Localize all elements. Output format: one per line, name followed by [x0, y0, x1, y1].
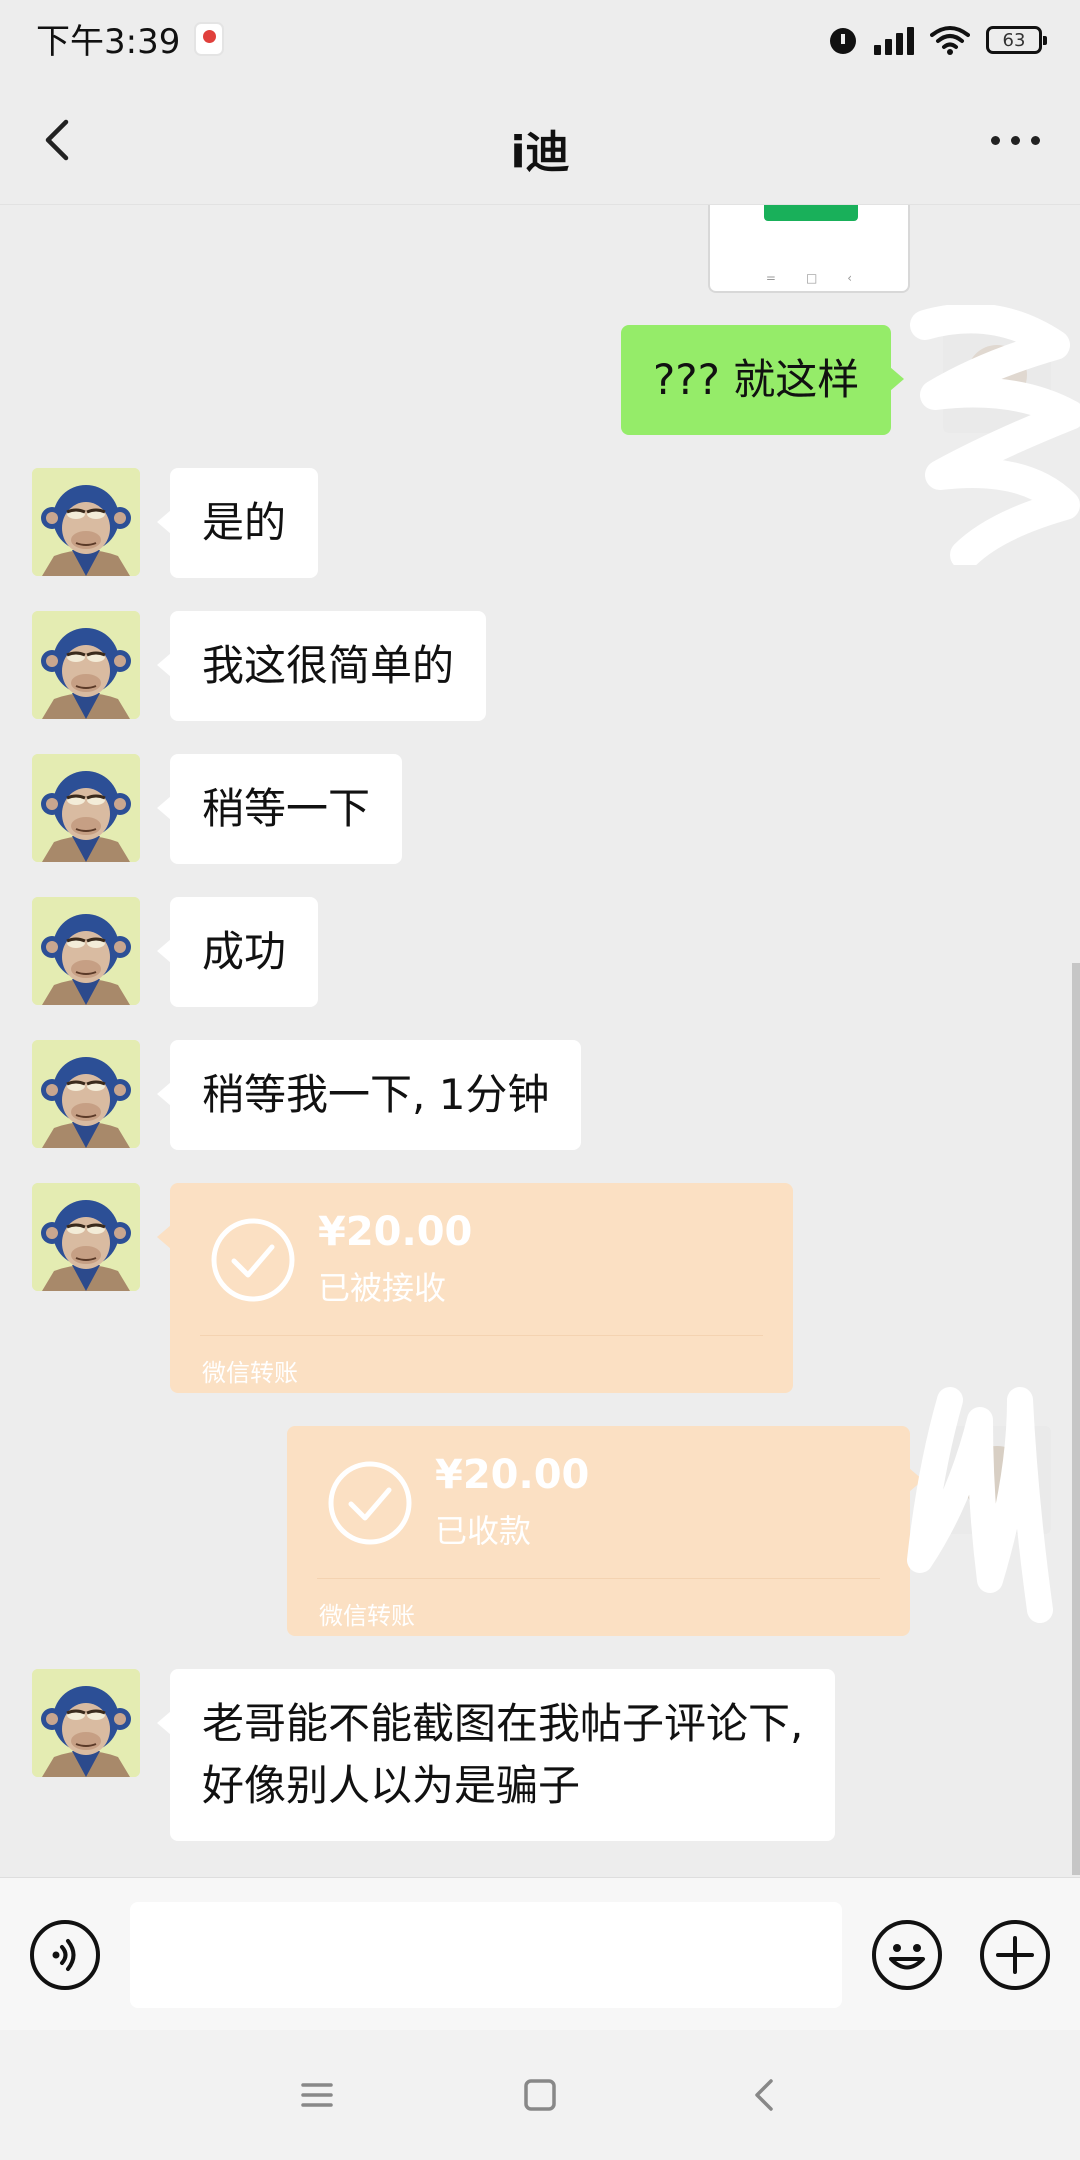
- wifi-icon: [930, 26, 970, 55]
- received-message[interactable]: 老哥能不能截图在我帖子评论下, 好像别人以为是骗子: [156, 1669, 836, 1841]
- contact-avatar[interactable]: [32, 754, 140, 862]
- transfer-card-sent[interactable]: ¥20.00 已收款 微信转账: [287, 1426, 923, 1636]
- scrollbar[interactable]: [1072, 963, 1080, 1875]
- status-icons: 63: [828, 20, 1047, 60]
- sent-message[interactable]: ??? 就这样: [621, 325, 905, 435]
- message-line: 老哥能不能截图在我帖子评论下,: [202, 1699, 804, 1748]
- check-circle-icon: [211, 1218, 295, 1302]
- transfer-amount: ¥20.00: [435, 1452, 590, 1498]
- received-message[interactable]: 是的: [156, 468, 319, 578]
- nav-back-icon[interactable]: [735, 2065, 795, 2125]
- message-line: 好像别人以为是骗子: [202, 1761, 581, 1810]
- menu-icon[interactable]: [287, 2065, 347, 2125]
- contact-avatar[interactable]: [32, 1669, 140, 1777]
- received-message[interactable]: 成功: [156, 897, 319, 1007]
- chat-title: i迪: [510, 127, 570, 178]
- redaction-scribble: [910, 305, 1080, 565]
- message-input[interactable]: [130, 1902, 842, 2008]
- chat-messages[interactable]: = □ ‹ ??? 就这样 是的 我这很简单的 稍等一下 成功 稍等我一下, 1分钟…: [0, 205, 1080, 1877]
- contact-avatar[interactable]: [32, 1183, 140, 1291]
- signal-icon: [874, 25, 914, 55]
- app-notification-icon: [194, 22, 224, 56]
- check-circle-icon: [328, 1461, 412, 1545]
- received-message[interactable]: 稍等我一下, 1分钟: [156, 1040, 582, 1150]
- transfer-divider: [317, 1578, 880, 1579]
- transfer-divider: [200, 1335, 763, 1336]
- more-icon[interactable]: [980, 110, 1050, 170]
- contact-avatar[interactable]: [32, 1040, 140, 1148]
- transfer-label: 微信转账: [202, 1359, 298, 1387]
- contact-avatar[interactable]: [32, 611, 140, 719]
- battery-level: 63: [1002, 29, 1026, 51]
- status-time: 下午3:39: [36, 22, 181, 62]
- alarm-icon: [828, 25, 858, 55]
- home-icon[interactable]: [510, 2065, 570, 2125]
- voice-icon[interactable]: [28, 1918, 102, 1992]
- received-message[interactable]: 我这很简单的: [156, 611, 487, 721]
- redaction-scribble: [907, 1387, 1053, 1623]
- image-message-preview[interactable]: = □ ‹: [708, 205, 910, 293]
- received-message[interactable]: 稍等一下: [156, 754, 403, 864]
- plus-icon[interactable]: [978, 1918, 1052, 1992]
- transfer-amount: ¥20.00: [318, 1209, 473, 1255]
- contact-avatar[interactable]: [32, 468, 140, 576]
- status-bar: 下午3:39 63: [0, 0, 1080, 80]
- transfer-label: 微信转账: [319, 1602, 415, 1630]
- chat-header: i迪: [0, 80, 1080, 205]
- transfer-status: 已收款: [435, 1512, 532, 1550]
- transfer-status: 已被接收: [318, 1269, 447, 1307]
- contact-avatar[interactable]: [32, 897, 140, 1005]
- emoji-icon[interactable]: [870, 1918, 944, 1992]
- transfer-card-received[interactable]: ¥20.00 已被接收 微信转账: [157, 1183, 793, 1393]
- battery-icon: 63: [986, 26, 1047, 54]
- input-bar: [0, 1877, 1080, 2030]
- system-nav-bar: [0, 2030, 1080, 2160]
